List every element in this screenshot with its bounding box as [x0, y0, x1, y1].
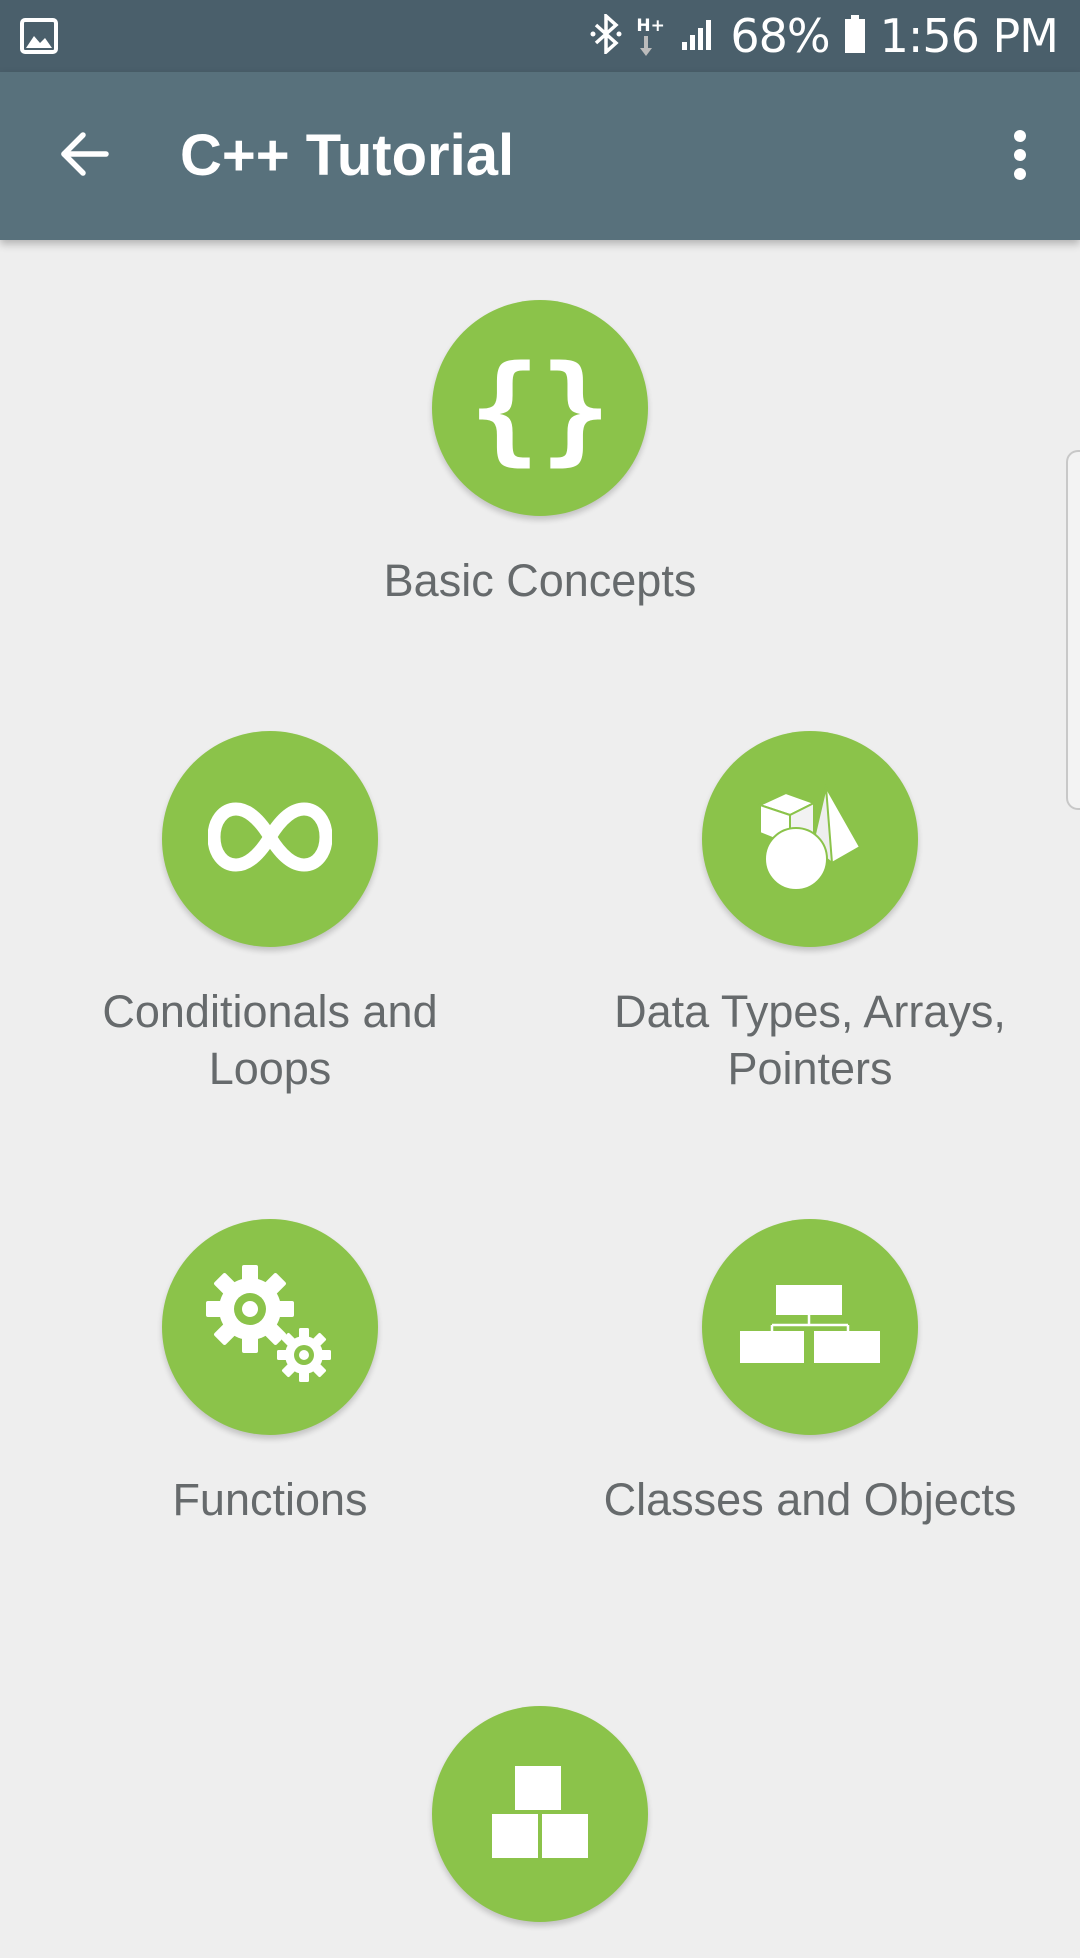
topic-icon-circle: [702, 1219, 918, 1435]
signal-icon: [680, 16, 716, 57]
topic-icon-circle: [432, 1706, 648, 1922]
back-button[interactable]: [44, 120, 124, 192]
topic-data-types-arrays-pointers[interactable]: Data Types, Arrays, Pointers: [590, 731, 1030, 1097]
gallery-notification-icon: [20, 18, 58, 59]
topic-icon-circle: [162, 731, 378, 947]
status-bar: H+ 68% 1:56 PM: [0, 0, 1080, 72]
shapes-icon: [750, 777, 870, 902]
more-vertical-icon: [1012, 129, 1028, 186]
topic-icon-circle: {}: [432, 300, 648, 516]
topic-label: Basic Concepts: [383, 555, 697, 606]
curly-braces-icon: {}: [468, 339, 612, 477]
topic-icon-circle: [702, 731, 918, 947]
page-title: C++ Tutorial: [180, 123, 515, 188]
app-bar: C++ Tutorial: [0, 72, 1080, 240]
topic-conditionals-and-loops[interactable]: Conditionals and Loops: [50, 731, 490, 1097]
battery-percentage: 68%: [730, 9, 830, 63]
topic-functions[interactable]: Functions: [50, 1219, 490, 1528]
bluetooth-icon: [590, 11, 622, 59]
blocks-icon: [490, 1764, 590, 1865]
side-drawer-handle[interactable]: [1066, 450, 1080, 810]
topic-icon-circle: [162, 1219, 378, 1435]
topic-basic-concepts[interactable]: {} Basic Concepts: [320, 300, 760, 609]
battery-icon: [844, 14, 866, 59]
topic-label: Functions: [172, 1474, 368, 1525]
topic-label: Data Types, Arrays, Pointers: [614, 986, 1006, 1094]
clock: 1:56 PM: [879, 9, 1059, 63]
network-type-icon: H+: [636, 16, 666, 56]
gears-icon: [206, 1264, 334, 1390]
hierarchy-icon: [740, 1284, 880, 1370]
topic-label: Conditionals and Loops: [102, 986, 438, 1094]
topic-classes-and-objects[interactable]: Classes and Objects: [590, 1219, 1030, 1528]
infinity-icon: [207, 801, 333, 878]
topic-label: Classes and Objects: [603, 1474, 1017, 1525]
overflow-menu-button[interactable]: [990, 122, 1050, 192]
topic-next[interactable]: [320, 1706, 760, 1958]
arrow-left-icon: [58, 131, 110, 182]
